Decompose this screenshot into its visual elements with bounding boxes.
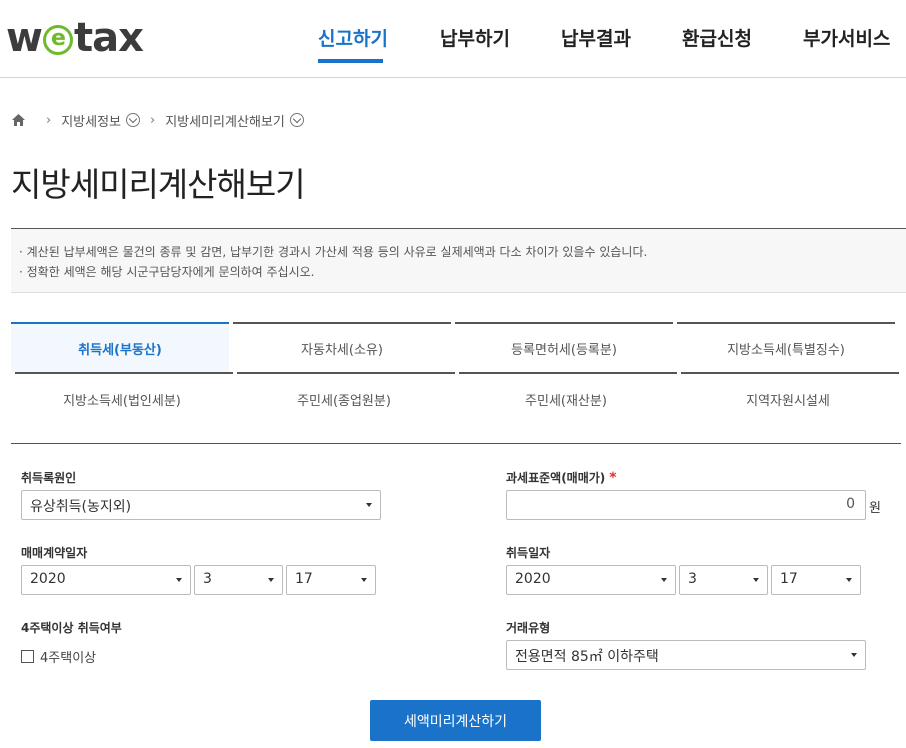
acquire-day-value: 17: [780, 571, 798, 587]
currency-unit: 원: [869, 501, 881, 516]
nav-active-underline: [318, 59, 383, 63]
breadcrumb-item-local-tax-info[interactable]: 지방세정보: [61, 111, 121, 130]
contract-year-select[interactable]: 2020: [21, 565, 191, 595]
tab-local-income-withholding[interactable]: 지방소득세(특별징수): [677, 322, 895, 372]
acquire-year-value: 2020: [515, 571, 551, 587]
cause-select[interactable]: 유상취득(농지외): [21, 490, 381, 520]
caret-down-icon: [366, 503, 372, 507]
contract-day-select[interactable]: 17: [286, 565, 376, 595]
nav-item-pay-result[interactable]: 납부결과: [561, 24, 631, 51]
caret-down-icon: [753, 578, 759, 582]
nav-item-extra-services[interactable]: 부가서비스: [803, 24, 890, 51]
calculate-button[interactable]: 세액미리계산하기: [370, 700, 541, 741]
trade-type-select[interactable]: 전용면적 85㎡ 이하주택: [506, 640, 866, 670]
caret-down-icon: [176, 578, 182, 582]
breadcrumb: › 지방세정보 › 지방세미리계산해보기: [11, 110, 304, 130]
checkbox-icon[interactable]: [21, 650, 34, 663]
required-mark: *: [609, 470, 617, 486]
notice-box: · 계산된 납부세액은 물건의 종류 및 감면, 납부기한 경과시 가산세 적용…: [11, 228, 906, 293]
house4-checkbox-label: 4주택이상: [40, 651, 97, 666]
wetax-logo[interactable]: w e tax: [6, 15, 144, 61]
tab-resident-employee[interactable]: 주민세(종업원분): [233, 374, 455, 424]
trade-type-value: 전용면적 85㎡ 이하주택: [515, 649, 659, 665]
caret-down-icon: [361, 578, 367, 582]
logo-text-e: e: [42, 25, 73, 55]
tab-local-income-corporate[interactable]: 지방소득세(법인세분): [11, 374, 233, 424]
nav-item-pay[interactable]: 납부하기: [440, 24, 510, 51]
contract-day-value: 17: [295, 571, 313, 587]
caret-down-icon: [661, 578, 667, 582]
tax-base-input[interactable]: 0: [506, 490, 866, 520]
trade-type-label: 거래유형: [506, 621, 551, 635]
tax-base-label: 과세표준액(매매가) *: [506, 469, 617, 486]
caret-down-icon: [268, 578, 274, 582]
contract-date-label: 매매계약일자: [21, 546, 88, 560]
notice-line: · 정확한 세액은 해당 시군구담당자에게 문의하여 주십시오.: [19, 265, 315, 279]
tab-regional-resource[interactable]: 지역자원시설세: [677, 374, 899, 424]
contract-month-value: 3: [203, 571, 212, 587]
caret-down-icon: [851, 653, 857, 657]
form-divider: [11, 443, 901, 444]
tab-acquisition-tax[interactable]: 취득세(부동산): [11, 322, 229, 372]
chevron-down-circle-icon[interactable]: [126, 113, 141, 127]
nav-item-report[interactable]: 신고하기: [318, 24, 388, 51]
acquire-day-select[interactable]: 17: [771, 565, 861, 595]
acquire-year-select[interactable]: 2020: [506, 565, 676, 595]
house4-label: 4주택이상 취득여부: [21, 621, 122, 635]
contract-year-value: 2020: [30, 571, 66, 587]
tab-vehicle-tax[interactable]: 자동차세(소유): [233, 322, 451, 372]
chevron-right-icon: ›: [46, 112, 52, 128]
acquire-month-value: 3: [688, 571, 697, 587]
house4-checkbox[interactable]: 4주택이상: [21, 647, 96, 666]
caret-down-icon: [846, 578, 852, 582]
nav-item-refund[interactable]: 환급신청: [682, 24, 752, 51]
acquire-month-select[interactable]: 3: [679, 565, 768, 595]
chevron-down-circle-icon[interactable]: [289, 113, 304, 127]
tax-base-label-text: 과세표준액(매매가): [506, 471, 606, 485]
site-header: w e tax 신고하기 납부하기 납부결과 환급신청 부가서비스: [0, 0, 906, 78]
logo-text-tax: tax: [73, 15, 144, 61]
chevron-right-icon: ›: [150, 112, 156, 128]
logo-text-w: w: [6, 15, 43, 61]
home-icon[interactable]: [11, 113, 26, 127]
cause-label: 취득록원인: [21, 471, 77, 485]
notice-line: · 계산된 납부세액은 물건의 종류 및 감면, 납부기한 경과시 가산세 적용…: [19, 245, 648, 259]
acquire-date-label: 취득일자: [506, 546, 551, 560]
cause-select-value: 유상취득(농지외): [30, 499, 132, 515]
tab-resident-property[interactable]: 주민세(재산분): [455, 374, 677, 424]
breadcrumb-item-calc[interactable]: 지방세미리계산해보기: [165, 111, 285, 130]
page-title: 지방세미리계산해보기: [11, 165, 306, 204]
contract-month-select[interactable]: 3: [194, 565, 283, 595]
tab-registration-tax[interactable]: 등록면허세(등록분): [455, 322, 673, 372]
